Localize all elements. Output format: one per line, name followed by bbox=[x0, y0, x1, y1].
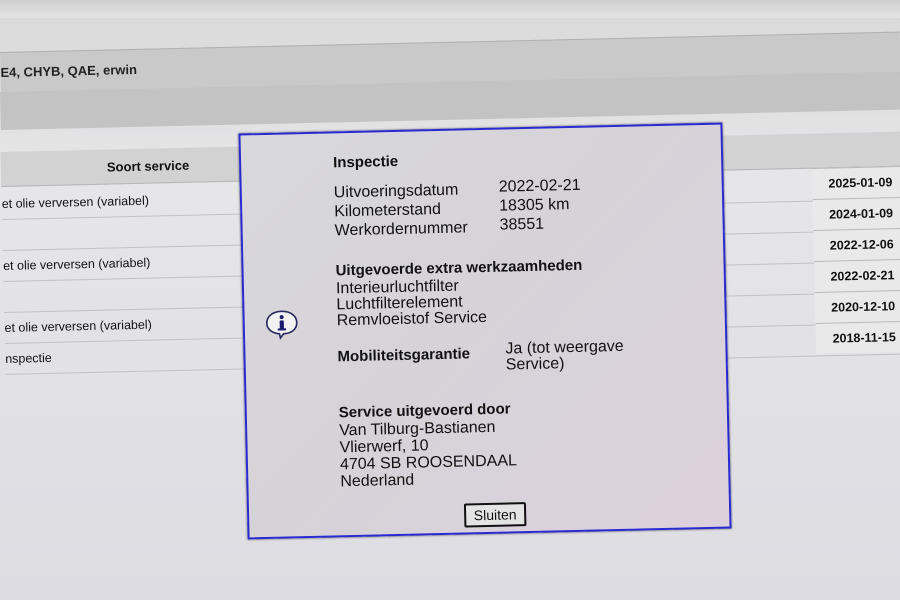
extra-work-item: Remvloeistof Service bbox=[336, 308, 488, 330]
column-header-service: Soort service bbox=[106, 157, 190, 175]
date-cell[interactable]: 2020-12-10 bbox=[814, 289, 900, 323]
mobility-label: Mobiliteitsgarantie bbox=[337, 345, 471, 366]
field-label: Kilometerstand bbox=[334, 200, 442, 221]
mobility-value: Ja (tot weergave bbox=[505, 337, 624, 358]
session-text: E4, CHYB, QAE, erwin bbox=[0, 61, 138, 80]
info-icon bbox=[265, 310, 298, 340]
date-cell[interactable]: 2022-12-06 bbox=[813, 227, 900, 261]
service-cell: et olie verversen (variabel) bbox=[1, 193, 150, 211]
screen-bezel bbox=[0, 0, 900, 18]
date-cell[interactable]: 2025-01-09 bbox=[812, 166, 900, 199]
date-cell[interactable]: 2024-01-09 bbox=[812, 196, 900, 230]
date-column: 2025-01-09 2024-01-09 2022-12-06 2022-02… bbox=[812, 166, 900, 468]
date-cell[interactable]: 2018-11-15 bbox=[815, 320, 900, 354]
field-value: 2022-02-21 bbox=[498, 176, 581, 196]
service-cell: et olie verversen (variabel) bbox=[4, 317, 152, 335]
field-label: Werkordernummer bbox=[334, 219, 468, 240]
field-value: 18305 km bbox=[498, 196, 570, 215]
dealer-line: 4704 SB ROOSENDAAL bbox=[339, 452, 518, 474]
service-detail-dialog: Inspectie Uitvoeringsdatum 2022-02-21 Ki… bbox=[238, 122, 732, 540]
dealer-line: Van Tilburg-Bastianen bbox=[339, 418, 496, 440]
field-value: 38551 bbox=[499, 215, 545, 234]
date-cell[interactable]: 2022-02-21 bbox=[814, 258, 900, 292]
dialog-title: Inspectie bbox=[332, 152, 399, 172]
close-button[interactable]: Sluiten bbox=[463, 502, 527, 528]
service-cell: et olie verversen (variabel) bbox=[2, 255, 151, 273]
mobility-value: Service) bbox=[505, 355, 565, 374]
dealer-line: Nederland bbox=[340, 471, 415, 491]
service-cell: nspectie bbox=[5, 350, 52, 366]
field-label: Uitvoeringsdatum bbox=[333, 181, 459, 202]
extra-work-title: Uitgevoerde extra werkzaamheden bbox=[335, 256, 583, 280]
